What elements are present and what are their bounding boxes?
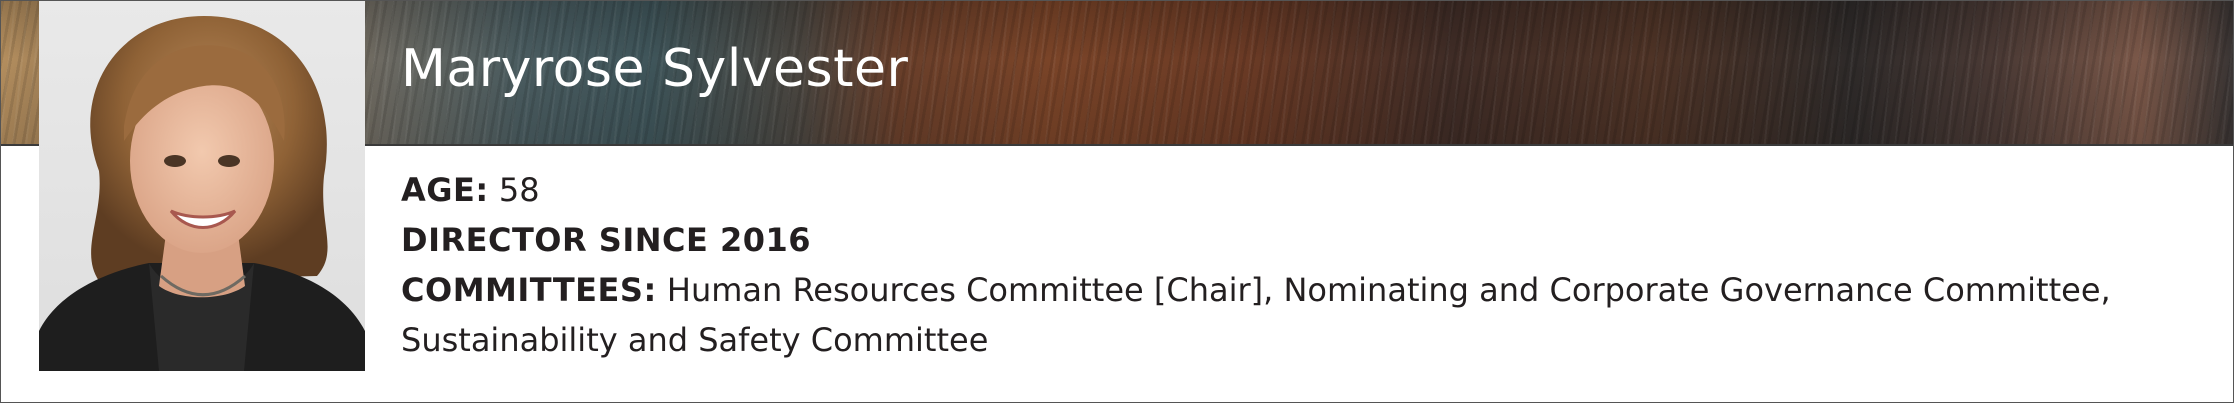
age-value: 58 — [498, 171, 540, 209]
committees-row-continued: Sustainability and Safety Committee — [401, 315, 2201, 365]
director-name: Maryrose Sylvester — [401, 39, 909, 99]
age-label: AGE: — [401, 171, 489, 209]
committees-row: COMMITTEES: Human Resources Committee [C… — [401, 265, 2201, 315]
committees-value-line1: Human Resources Committee [Chair], Nomin… — [666, 271, 2111, 309]
director-details: AGE: 58 DIRECTOR SINCE 2016 COMMITTEES: … — [401, 165, 2201, 365]
committees-value-line2: Sustainability and Safety Committee — [401, 321, 989, 359]
director-since-row: DIRECTOR SINCE 2016 — [401, 215, 2201, 265]
director-profile-card: Maryrose Sylvester AGE: 58 DIRECTOR SINC… — [0, 0, 2234, 403]
age-row: AGE: 58 — [401, 165, 2201, 215]
director-photo — [39, 1, 365, 371]
director-since-label: DIRECTOR SINCE 2016 — [401, 221, 812, 259]
committees-label: COMMITTEES: — [401, 271, 657, 309]
